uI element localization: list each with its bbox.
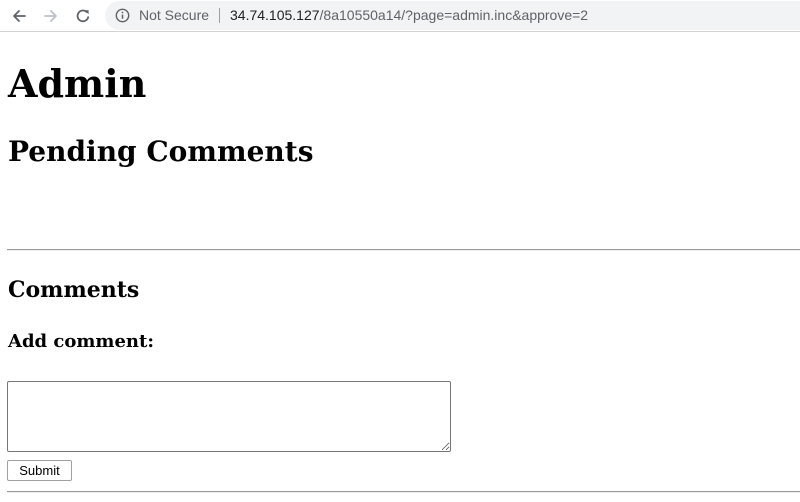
divider bbox=[7, 249, 800, 251]
add-comment-label: Add comment: bbox=[8, 331, 154, 352]
back-button[interactable] bbox=[7, 4, 31, 28]
url-host: 34.74.105.127 bbox=[230, 7, 320, 23]
address-divider bbox=[219, 8, 220, 23]
info-circle-icon[interactable] bbox=[115, 8, 130, 23]
reload-button[interactable] bbox=[71, 4, 95, 28]
submit-button[interactable]: Submit bbox=[7, 460, 72, 481]
url-text[interactable]: 34.74.105.127/8a10550a14/?page=admin.inc… bbox=[230, 1, 588, 30]
address-bar[interactable]: Not Secure 34.74.105.127/8a10550a14/?pag… bbox=[105, 1, 800, 30]
arrow-left-icon bbox=[13, 10, 26, 22]
pending-comments-heading: Pending Comments bbox=[8, 135, 314, 168]
divider bbox=[7, 491, 800, 493]
browser-toolbar: Not Secure 34.74.105.127/8a10550a14/?pag… bbox=[0, 0, 800, 32]
reload-icon bbox=[76, 9, 90, 23]
arrow-right-icon bbox=[44, 10, 57, 22]
forward-button[interactable] bbox=[39, 4, 63, 28]
page-title: Admin bbox=[8, 61, 147, 106]
security-status-label[interactable]: Not Secure bbox=[139, 1, 209, 30]
comments-heading: Comments bbox=[8, 277, 140, 303]
comment-textarea[interactable] bbox=[7, 381, 451, 452]
url-path: /8a10550a14/?page=admin.inc&approve=2 bbox=[319, 7, 589, 23]
